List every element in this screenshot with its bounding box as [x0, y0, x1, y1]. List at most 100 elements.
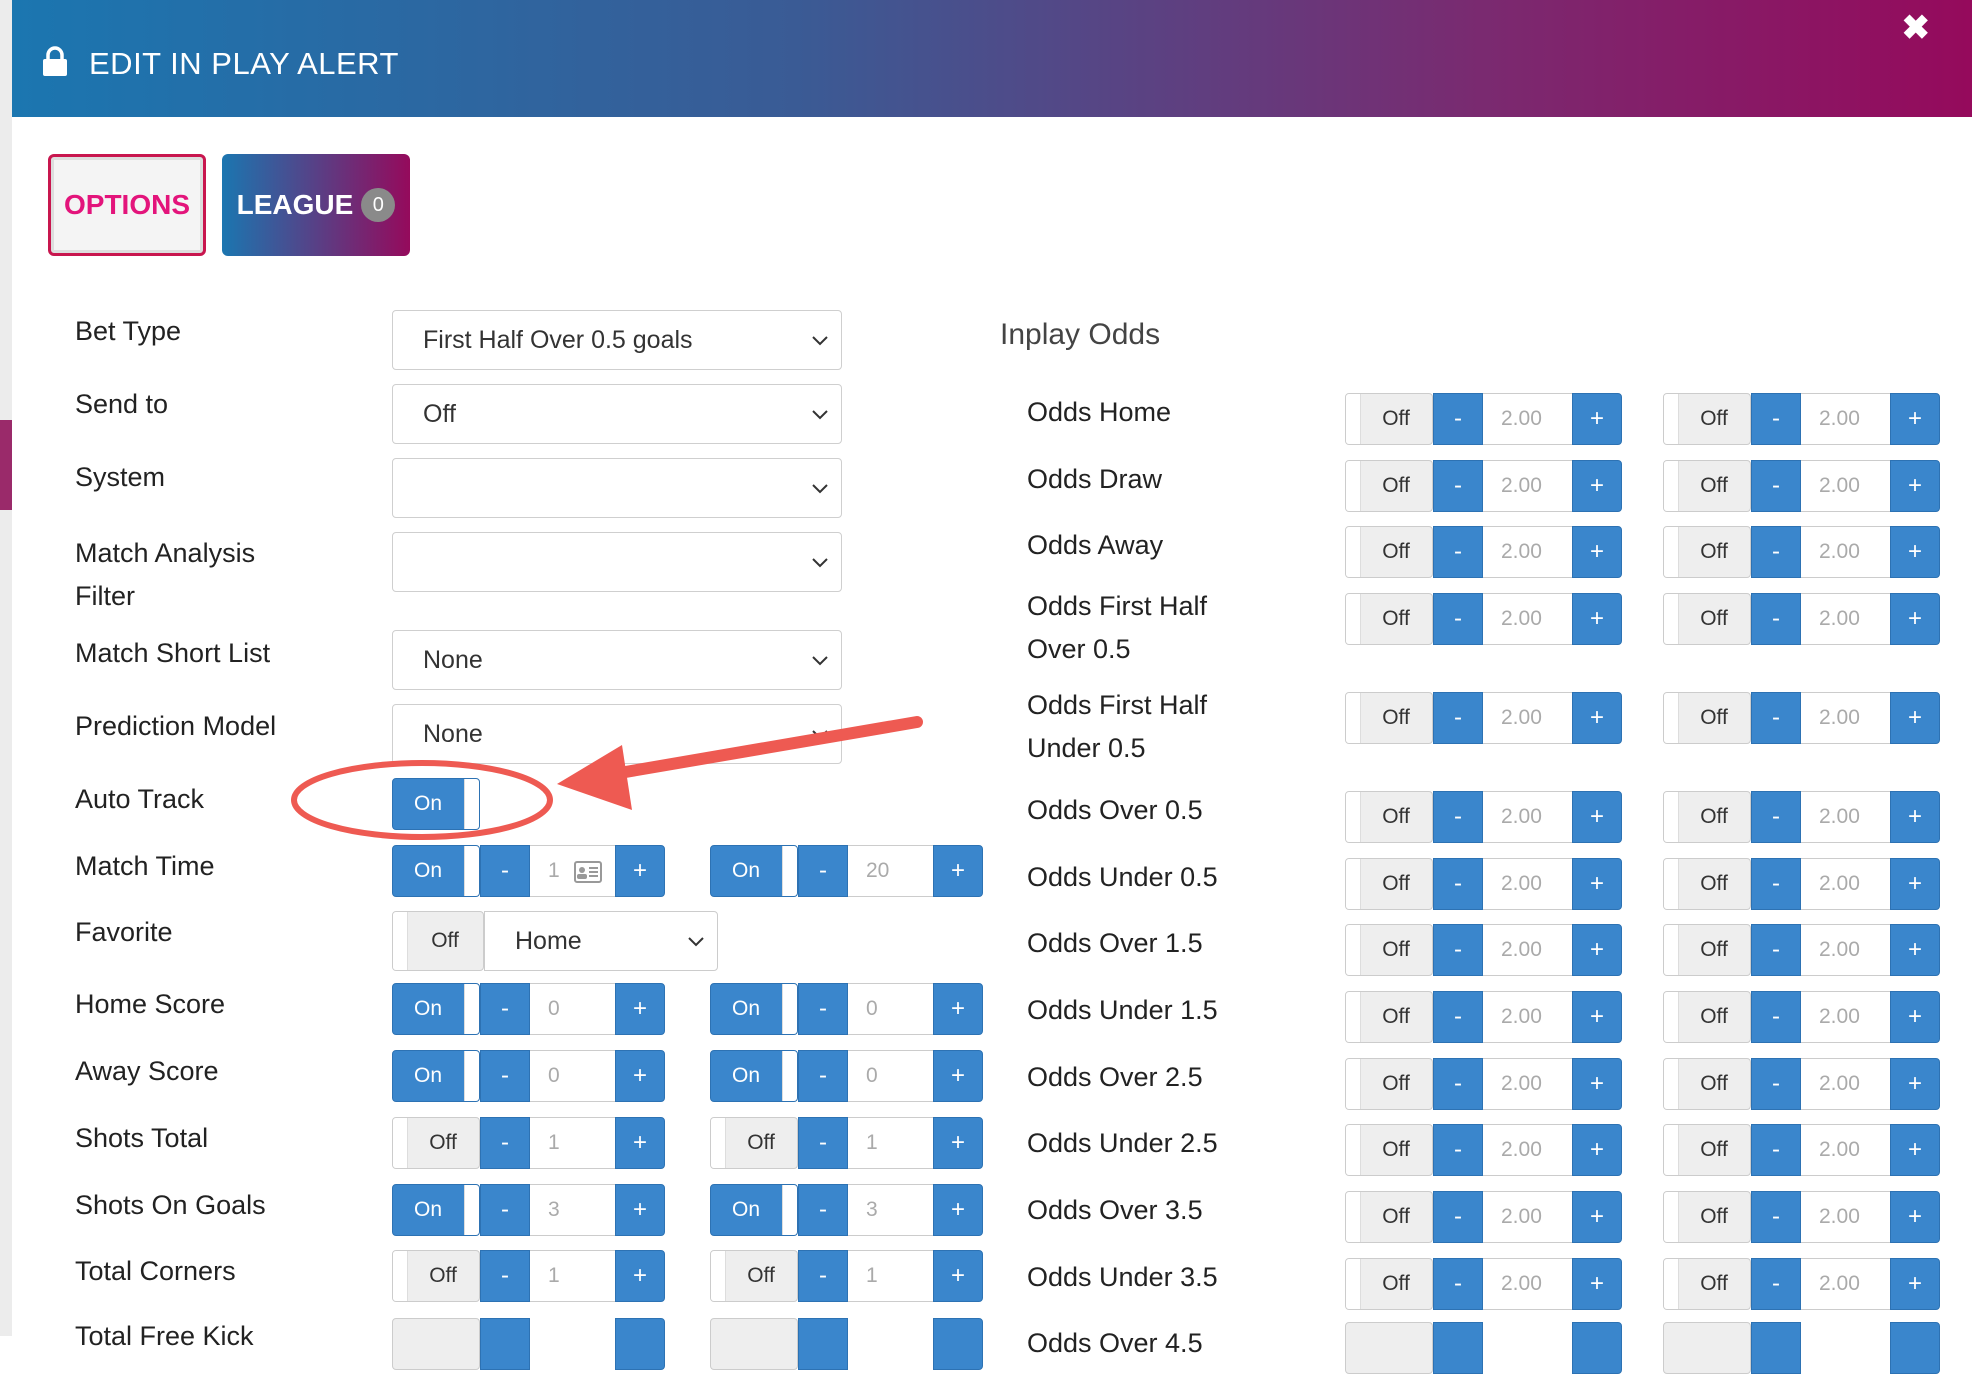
total-corners-b-plus-button[interactable]: +	[933, 1250, 983, 1302]
odds-row-7-b-input[interactable]: 2.00	[1801, 924, 1890, 976]
shots-total-a-minus-button[interactable]: -	[480, 1117, 530, 1169]
odds-row-13-b-minus-button[interactable]	[1751, 1322, 1801, 1374]
match-time-b-plus-button[interactable]: +	[933, 845, 983, 897]
odds-row-3-b-toggle[interactable]: Off	[1663, 593, 1751, 645]
odds-row-2-a-input[interactable]: 2.00	[1483, 526, 1572, 578]
odds-row-9-b-plus-button[interactable]: +	[1890, 1058, 1940, 1110]
odds-row-13-b-plus-button[interactable]	[1890, 1322, 1940, 1374]
match-time-b-toggle[interactable]: On	[710, 845, 798, 897]
total-corners-a-input[interactable]: 1	[530, 1250, 615, 1302]
odds-row-3-b-plus-button[interactable]: +	[1890, 593, 1940, 645]
odds-row-9-a-plus-button[interactable]: +	[1572, 1058, 1622, 1110]
odds-row-10-a-minus-button[interactable]: -	[1433, 1124, 1483, 1176]
odds-row-3-b-input[interactable]: 2.00	[1801, 593, 1890, 645]
odds-row-10-a-plus-button[interactable]: +	[1572, 1124, 1622, 1176]
match-time-b-input[interactable]: 20	[848, 845, 933, 897]
odds-row-7-a-input[interactable]: 2.00	[1483, 924, 1572, 976]
odds-row-11-a-toggle[interactable]: Off	[1345, 1191, 1433, 1243]
odds-row-10-a-input[interactable]: 2.00	[1483, 1124, 1572, 1176]
away-score-b-plus-button[interactable]: +	[933, 1050, 983, 1102]
odds-row-7-b-minus-button[interactable]: -	[1751, 924, 1801, 976]
odds-row-4-a-input[interactable]: 2.00	[1483, 692, 1572, 744]
send-to-select[interactable]: Off	[392, 384, 842, 444]
odds-row-1-a-minus-button[interactable]: -	[1433, 460, 1483, 512]
match-short-list-select[interactable]: None	[392, 630, 842, 690]
odds-row-12-b-input[interactable]: 2.00	[1801, 1258, 1890, 1310]
odds-row-0-a-minus-button[interactable]: -	[1433, 393, 1483, 445]
shots-total-a-input[interactable]: 1	[530, 1117, 615, 1169]
total-free-kick-b-plus-button[interactable]	[933, 1318, 983, 1370]
odds-row-2-a-toggle[interactable]: Off	[1345, 526, 1433, 578]
odds-row-7-a-minus-button[interactable]: -	[1433, 924, 1483, 976]
odds-row-1-b-minus-button[interactable]: -	[1751, 460, 1801, 512]
away-score-a-input[interactable]: 0	[530, 1050, 615, 1102]
odds-row-13-a-plus-button[interactable]	[1572, 1322, 1622, 1374]
home-score-b-input[interactable]: 0	[848, 983, 933, 1035]
odds-row-10-b-input[interactable]: 2.00	[1801, 1124, 1890, 1176]
tab-options[interactable]: OPTIONS	[48, 154, 206, 256]
odds-row-2-b-input[interactable]: 2.00	[1801, 526, 1890, 578]
odds-row-1-a-input[interactable]: 2.00	[1483, 460, 1572, 512]
odds-row-6-a-toggle[interactable]: Off	[1345, 858, 1433, 910]
odds-row-12-a-plus-button[interactable]: +	[1572, 1258, 1622, 1310]
match-time-a-plus-button[interactable]: +	[615, 845, 665, 897]
match-time-b-minus-button[interactable]: -	[798, 845, 848, 897]
odds-row-2-a-minus-button[interactable]: -	[1433, 526, 1483, 578]
odds-row-0-a-input[interactable]: 2.00	[1483, 393, 1572, 445]
odds-row-4-b-minus-button[interactable]: -	[1751, 692, 1801, 744]
away-score-b-input[interactable]: 0	[848, 1050, 933, 1102]
odds-row-8-a-minus-button[interactable]: -	[1433, 991, 1483, 1043]
odds-row-1-a-toggle[interactable]: Off	[1345, 460, 1433, 512]
odds-row-6-b-input[interactable]: 2.00	[1801, 858, 1890, 910]
shots-on-goals-a-input[interactable]: 3	[530, 1184, 615, 1236]
odds-row-1-a-plus-button[interactable]: +	[1572, 460, 1622, 512]
odds-row-11-b-input[interactable]: 2.00	[1801, 1191, 1890, 1243]
odds-row-11-a-minus-button[interactable]: -	[1433, 1191, 1483, 1243]
odds-row-2-b-minus-button[interactable]: -	[1751, 526, 1801, 578]
odds-row-10-b-toggle[interactable]: Off	[1663, 1124, 1751, 1176]
shots-total-a-toggle[interactable]: Off	[392, 1117, 480, 1169]
shots-total-b-input[interactable]: 1	[848, 1117, 933, 1169]
odds-row-12-a-toggle[interactable]: Off	[1345, 1258, 1433, 1310]
away-score-a-toggle[interactable]: On	[392, 1050, 480, 1102]
system-select[interactable]	[392, 458, 842, 518]
odds-row-0-b-plus-button[interactable]: +	[1890, 393, 1940, 445]
odds-row-5-b-toggle[interactable]: Off	[1663, 791, 1751, 843]
odds-row-8-b-toggle[interactable]: Off	[1663, 991, 1751, 1043]
total-free-kick-b-toggle[interactable]	[710, 1318, 798, 1370]
odds-row-8-b-plus-button[interactable]: +	[1890, 991, 1940, 1043]
home-score-a-minus-button[interactable]: -	[480, 983, 530, 1035]
odds-row-7-a-toggle[interactable]: Off	[1345, 924, 1433, 976]
tab-league[interactable]: LEAGUE 0	[222, 154, 410, 256]
odds-row-9-a-minus-button[interactable]: -	[1433, 1058, 1483, 1110]
odds-row-4-a-plus-button[interactable]: +	[1572, 692, 1622, 744]
shots-on-goals-a-minus-button[interactable]: -	[480, 1184, 530, 1236]
odds-row-9-b-input[interactable]: 2.00	[1801, 1058, 1890, 1110]
odds-row-5-b-input[interactable]: 2.00	[1801, 791, 1890, 843]
odds-row-2-a-plus-button[interactable]: +	[1572, 526, 1622, 578]
odds-row-9-a-input[interactable]: 2.00	[1483, 1058, 1572, 1110]
odds-row-6-b-toggle[interactable]: Off	[1663, 858, 1751, 910]
odds-row-12-a-minus-button[interactable]: -	[1433, 1258, 1483, 1310]
odds-row-9-b-minus-button[interactable]: -	[1751, 1058, 1801, 1110]
odds-row-5-a-input[interactable]: 2.00	[1483, 791, 1572, 843]
odds-row-13-a-minus-button[interactable]	[1433, 1322, 1483, 1374]
odds-row-3-a-plus-button[interactable]: +	[1572, 593, 1622, 645]
match-time-a-minus-button[interactable]: -	[480, 845, 530, 897]
shots-total-b-minus-button[interactable]: -	[798, 1117, 848, 1169]
home-score-b-toggle[interactable]: On	[710, 983, 798, 1035]
away-score-a-minus-button[interactable]: -	[480, 1050, 530, 1102]
odds-row-11-a-plus-button[interactable]: +	[1572, 1191, 1622, 1243]
odds-row-3-a-input[interactable]: 2.00	[1483, 593, 1572, 645]
odds-row-4-b-plus-button[interactable]: +	[1890, 692, 1940, 744]
shots-on-goals-a-plus-button[interactable]: +	[615, 1184, 665, 1236]
odds-row-5-b-plus-button[interactable]: +	[1890, 791, 1940, 843]
odds-row-10-b-minus-button[interactable]: -	[1751, 1124, 1801, 1176]
shots-total-b-plus-button[interactable]: +	[933, 1117, 983, 1169]
odds-row-1-b-toggle[interactable]: Off	[1663, 460, 1751, 512]
odds-row-12-b-minus-button[interactable]: -	[1751, 1258, 1801, 1310]
odds-row-5-a-minus-button[interactable]: -	[1433, 791, 1483, 843]
odds-row-6-a-plus-button[interactable]: +	[1572, 858, 1622, 910]
odds-row-11-b-toggle[interactable]: Off	[1663, 1191, 1751, 1243]
total-free-kick-a-toggle[interactable]	[392, 1318, 480, 1370]
